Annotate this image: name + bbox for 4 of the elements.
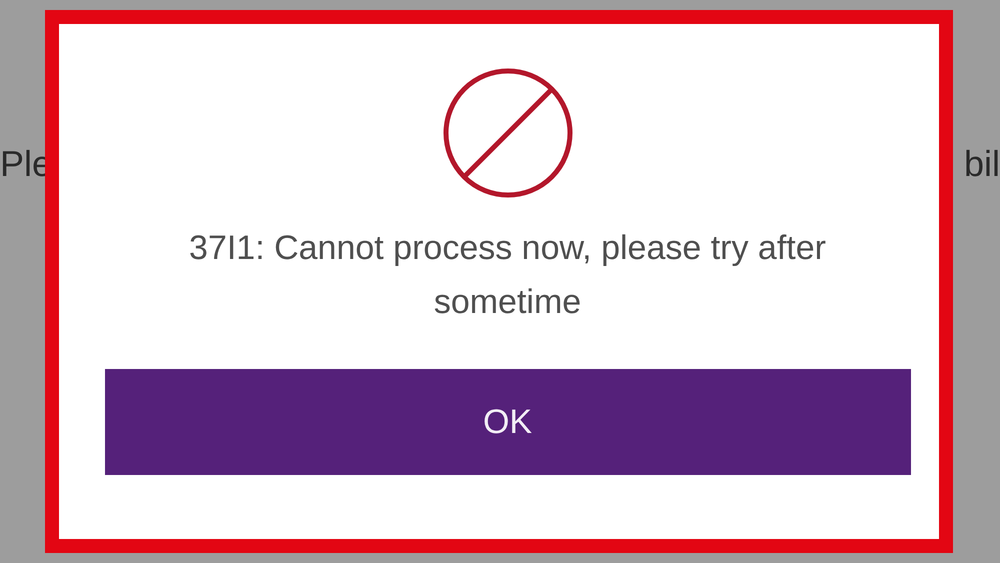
error-message: 37I1: Cannot process now, please try after sometime <box>188 228 827 323</box>
prohibited-icon <box>442 67 574 199</box>
ok-button[interactable]: OK <box>104 369 910 475</box>
background-text: bil <box>964 142 1000 186</box>
